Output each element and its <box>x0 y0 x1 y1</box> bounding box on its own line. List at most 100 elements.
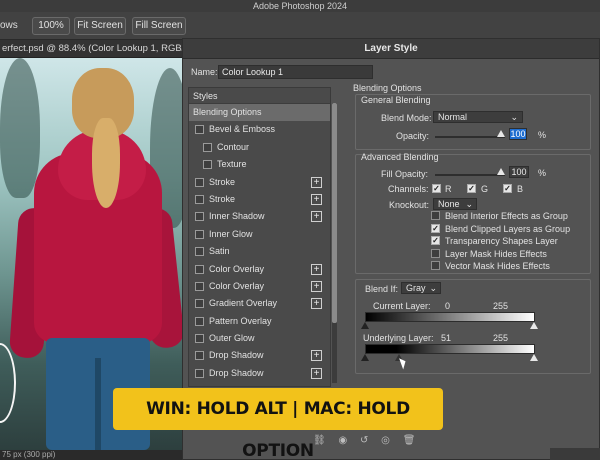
style-item-pattern-overlay[interactable]: Pattern Overlay <box>189 313 330 330</box>
reset-icon[interactable]: ↺ <box>360 435 368 446</box>
style-item-stroke[interactable]: Stroke + <box>189 191 330 208</box>
style-checkbox[interactable] <box>203 142 212 152</box>
add-effect-plus-icon[interactable]: + <box>311 176 322 188</box>
add-effect-plus-icon[interactable]: + <box>311 280 322 292</box>
zoom-100-button[interactable]: 100% <box>32 17 70 35</box>
fill-opacity-slider-handle[interactable] <box>497 168 505 175</box>
right-panel-strip <box>550 448 600 460</box>
advanced-option-checkbox[interactable]: ✓ <box>431 223 440 233</box>
advanced-option-checkbox[interactable] <box>431 261 440 270</box>
opacity-label: Opacity: <box>396 131 430 141</box>
scrollbar-thumb[interactable] <box>332 103 337 323</box>
channel-r-checkbox[interactable]: ✓ <box>432 184 441 193</box>
add-effect-plus-icon[interactable]: + <box>311 350 322 362</box>
style-item-color-overlay[interactable]: Color Overlay + <box>189 278 330 295</box>
blend-mode-select[interactable]: Normal ⌄ <box>433 111 523 123</box>
video-caption: WIN: HOLD ALT | MAC: HOLD OPTION <box>113 388 443 460</box>
style-label: Inner Glow <box>209 228 253 239</box>
style-item-contour[interactable]: Contour <box>189 139 330 156</box>
style-checkbox[interactable] <box>195 334 204 344</box>
status-bar: 75 px (300 ppi) <box>0 450 182 460</box>
style-item-texture[interactable]: Texture <box>189 156 330 173</box>
style-checkbox[interactable] <box>195 212 204 222</box>
style-item-color-overlay[interactable]: Color Overlay + <box>189 261 330 278</box>
current-layer-low: 0 <box>445 301 451 311</box>
style-label: Drop Shadow <box>209 350 264 361</box>
current-layer-white-handle[interactable] <box>530 322 538 329</box>
channel-g-checkbox[interactable]: ✓ <box>467 184 476 193</box>
style-item-inner-shadow[interactable]: Inner Shadow + <box>189 208 330 225</box>
layer-name-input[interactable]: Color Lookup 1 <box>218 65 373 79</box>
add-effect-plus-icon[interactable]: + <box>311 193 322 205</box>
blend-if-value: Gray <box>406 283 426 293</box>
style-item-outer-glow[interactable]: Outer Glow <box>189 330 330 347</box>
style-item-blending-options[interactable]: Blending Options <box>189 104 330 122</box>
style-checkbox[interactable] <box>195 299 204 309</box>
visibility-icon[interactable]: ◉ <box>338 435 347 446</box>
style-checkbox[interactable] <box>195 247 204 257</box>
style-item-satin[interactable]: Satin <box>189 243 330 260</box>
channels-label: Channels: <box>388 184 429 194</box>
general-blending-title: General Blending <box>361 95 431 105</box>
opacity-slider-handle[interactable] <box>497 130 505 137</box>
blend-if-select[interactable]: Gray ⌄ <box>401 282 441 294</box>
channel-b-label: B <box>517 184 524 194</box>
advanced-option-label: Blend Clipped Layers as Group <box>445 223 571 234</box>
eye-icon[interactable]: ◎ <box>381 435 390 446</box>
underlying-layer-white-handle[interactable] <box>530 354 538 361</box>
style-checkbox[interactable] <box>195 264 204 274</box>
knockout-select[interactable]: None ⌄ <box>433 198 477 210</box>
style-checkbox[interactable] <box>195 316 204 326</box>
styles-scrollbar[interactable] <box>332 103 337 383</box>
photo-ponytail <box>92 118 120 208</box>
advanced-option-checkbox[interactable] <box>431 248 440 258</box>
style-label: Bevel & Emboss <box>209 124 276 135</box>
name-label: Name: <box>191 67 218 77</box>
style-checkbox[interactable] <box>195 229 204 239</box>
styles-header[interactable]: Styles <box>189 88 330 104</box>
fill-screen-button[interactable]: Fill Screen <box>132 17 186 35</box>
style-checkbox[interactable] <box>203 160 212 170</box>
style-label: Pattern Overlay <box>209 315 272 326</box>
fill-opacity-input[interactable]: 100 <box>509 166 529 178</box>
blend-mode-label: Blend Mode: <box>381 113 432 123</box>
app-title-bar: Adobe Photoshop 2024 <box>0 0 600 12</box>
knockout-label: Knockout: <box>389 200 430 210</box>
style-item-stroke[interactable]: Stroke + <box>189 174 330 191</box>
trash-icon[interactable]: 🗑 <box>403 435 416 446</box>
advanced-option-checkbox[interactable] <box>431 211 440 220</box>
photo-jeans-gap <box>95 358 101 450</box>
fill-opacity-slider[interactable] <box>435 174 505 176</box>
style-checkbox[interactable] <box>195 368 204 378</box>
style-item-drop-shadow[interactable]: Drop Shadow + <box>189 365 330 382</box>
fit-screen-button[interactable]: Fit Screen <box>74 17 126 35</box>
style-label: Stroke <box>209 193 236 204</box>
overlay-circle <box>0 343 16 423</box>
style-item-drop-shadow[interactable]: Drop Shadow + <box>189 347 330 364</box>
style-checkbox[interactable] <box>195 125 204 135</box>
add-effect-plus-icon[interactable]: + <box>311 263 322 275</box>
style-item-bevel-emboss[interactable]: Bevel & Emboss <box>189 121 330 138</box>
style-checkbox[interactable] <box>195 281 204 291</box>
style-label: Outer Glow <box>209 333 255 344</box>
style-label: Color Overlay <box>209 263 265 274</box>
style-item-inner-glow[interactable]: Inner Glow <box>189 226 330 243</box>
current-layer-black-handle[interactable] <box>361 322 369 329</box>
add-effect-plus-icon[interactable]: + <box>311 211 322 223</box>
add-effect-plus-icon[interactable]: + <box>311 367 322 379</box>
advanced-option-checkbox[interactable]: ✓ <box>431 236 440 245</box>
style-label: Gradient Overlay <box>209 298 278 309</box>
knockout-value: None <box>438 199 460 209</box>
link-icon[interactable]: ⛓ <box>313 435 326 446</box>
underlying-layer-black-handle[interactable] <box>361 354 369 361</box>
opacity-slider[interactable] <box>435 136 505 138</box>
add-effect-plus-icon[interactable]: + <box>311 298 322 310</box>
current-layer-high: 255 <box>493 301 509 311</box>
style-item-gradient-overlay[interactable]: Gradient Overlay + <box>189 295 330 312</box>
channel-b-checkbox[interactable]: ✓ <box>503 184 512 193</box>
opacity-input[interactable]: 100 <box>509 128 527 140</box>
style-checkbox[interactable] <box>195 194 204 204</box>
document-tab[interactable]: erfect.psd @ 88.4% (Color Lookup 1, RGB/… <box>0 40 182 58</box>
style-checkbox[interactable] <box>195 177 204 187</box>
style-checkbox[interactable] <box>195 351 204 361</box>
